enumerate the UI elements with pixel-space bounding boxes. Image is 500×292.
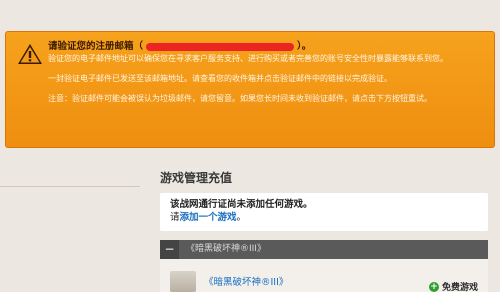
warning-icon xyxy=(18,44,42,64)
page-section-title: 游戏管理充值 xyxy=(160,171,233,185)
game-group-header: − 《暗黑破坏神®III》 xyxy=(160,240,488,259)
alert-paragraph-1: 验证您的电子邮件地址可以确保您在寻求客户服务支持、进行购买或者完善您的账号安全性… xyxy=(48,54,448,63)
email-verification-alert: 请验证您的注册邮箱（）。 验证您的电子邮件地址可以确保您在寻求客户服务支持、进行… xyxy=(5,31,495,148)
notice-text: 该战网通行证尚未添加任何游戏。 xyxy=(170,199,313,210)
game-thumbnail xyxy=(170,271,196,292)
free-game-button[interactable]: + 免费游戏 xyxy=(428,280,478,292)
sidebar-divider xyxy=(0,186,140,187)
no-games-notice: 该战网通行证尚未添加任何游戏。 请添加一个游戏。 xyxy=(160,193,488,231)
notice-action-line: 请添加一个游戏。 xyxy=(170,212,247,223)
add-game-link[interactable]: 添加一个游戏 xyxy=(180,212,237,223)
plus-icon: + xyxy=(428,281,439,292)
alert-paragraph-2: 一封验证电子邮件已发送至该邮箱地址。请查看您的收件箱并点击验证邮件中的链接以完成… xyxy=(48,74,392,83)
game-list-item: 《暗黑破坏神®III》 + 免费游戏 xyxy=(160,259,488,292)
alert-paragraph-3: 注意：验证邮件可能会被误认为垃圾邮件，请您留意。如果您长时间未收到验证邮件，请点… xyxy=(48,94,432,103)
alert-title: 请验证您的注册邮箱（）。 xyxy=(48,41,312,52)
redacted-email xyxy=(146,42,295,51)
game-title-link[interactable]: 《暗黑破坏神®III》 xyxy=(204,274,288,288)
free-game-label: 免费游戏 xyxy=(441,283,478,292)
collapse-button[interactable]: − xyxy=(160,240,179,259)
game-group-title: 《暗黑破坏神®III》 xyxy=(186,244,266,254)
